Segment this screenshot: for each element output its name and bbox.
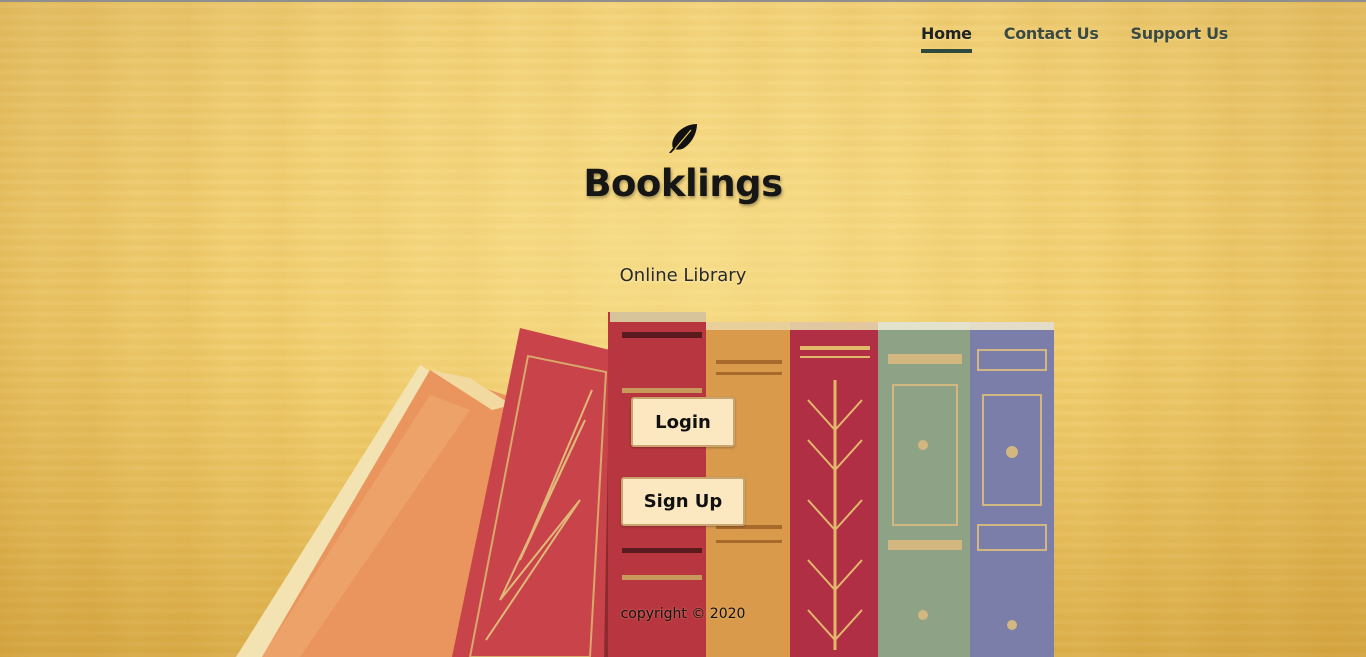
nav-contact-us[interactable]: Contact Us xyxy=(1004,24,1099,53)
nav-support-us[interactable]: Support Us xyxy=(1131,24,1229,53)
login-button[interactable]: Login xyxy=(631,397,735,447)
books-illustration xyxy=(236,312,1054,657)
nav-home[interactable]: Home xyxy=(921,24,972,53)
top-nav: Home Contact Us Support Us xyxy=(921,24,1228,53)
copyright-text: copyright © 2020 xyxy=(620,606,746,622)
site-subtitle: Online Library xyxy=(619,265,747,286)
signup-button[interactable]: Sign Up xyxy=(621,477,745,526)
feather-icon xyxy=(669,124,697,153)
site-title: Booklings xyxy=(583,162,783,205)
